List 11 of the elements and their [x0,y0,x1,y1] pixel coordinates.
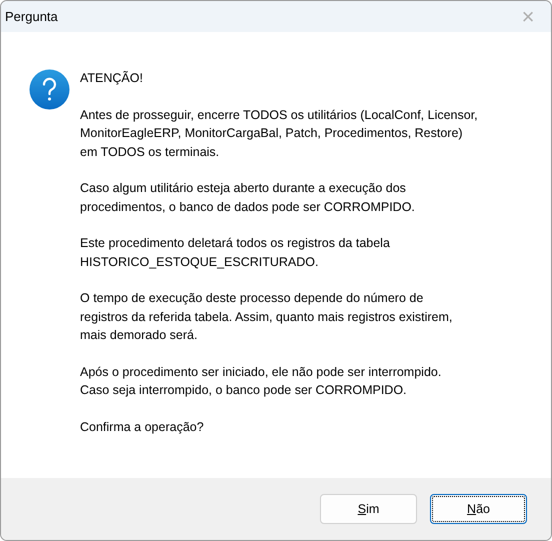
message-paragraph: Este procedimento deletará todos os registros da tabela HISTORICO_ESTOQUE_ESCRITURADO. [80,235,391,270]
message-paragraph: Confirma a operação? [80,418,205,436]
message-paragraph: Antes de prosseguir, encerre TODOS os utilitários (LocalConf, Licensor, MonitorEagleERP, MonitorCargaBal, Patch, Procedimentos, Restore) em TODOS os terminais. [80,106,478,160]
dialog-button[interactable]: Não [430,494,527,524]
message-paragraph: Após o procedimento ser iniciado, ele não pode ser interrompido. Caso seja interrompido, o banco pode ser CORROMPIDO. [80,364,442,399]
question-icon [29,69,70,110]
message-paragraph: ATENÇÃO! [80,70,144,87]
message-paragraph: O tempo de execução deste processo depende do número de registros da referida tabela. Assim, quanto mais registros existirem, mais demorado será. [80,290,454,344]
window-title: Pergunta [5,9,58,24]
dialog-button[interactable]: Sim [320,494,417,524]
message-paragraph: Caso algum utilitário esteja aberto durante a execução dos procedimentos, o banco de dados pode ser CORROMPIDO. [80,180,416,216]
